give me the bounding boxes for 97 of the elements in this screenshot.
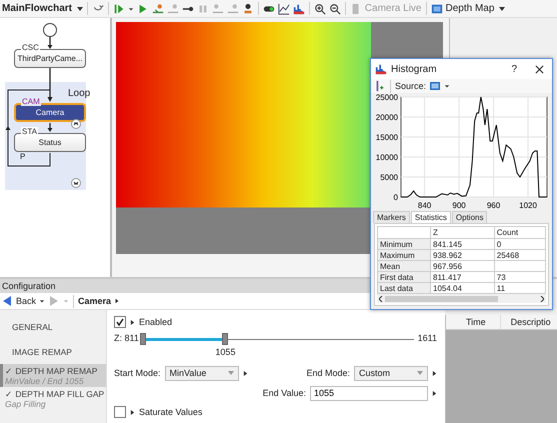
section-label: ✓ DEPTH MAP FILL GAP [5, 388, 104, 398]
start-mode-dropdown[interactable]: MinValue [164, 366, 239, 380]
start-node[interactable] [43, 23, 57, 37]
end-mode-dropdown[interactable]: Custom [354, 366, 428, 380]
slider-thumb[interactable] [140, 333, 146, 345]
section-detail: MinValue / End 1055 [5, 376, 84, 386]
tab[interactable]: Options [452, 211, 488, 223]
tab[interactable]: Markers [373, 211, 410, 223]
flowchart-node[interactable]: Camera [14, 103, 86, 122]
caret-icon [499, 6, 506, 10]
table-cell: 811.417 [430, 272, 494, 282]
saturate-checkbox[interactable] [114, 406, 126, 418]
y-tick-label: 5000 [380, 173, 398, 182]
field-label: End Mode: [306, 368, 350, 378]
column-header: Count [494, 226, 546, 238]
port-label: P [20, 152, 26, 161]
histogram-icon [375, 63, 387, 75]
breadcrumb-link[interactable]: Camera [78, 296, 112, 306]
flowchart-node[interactable]: Status [14, 133, 86, 152]
dialog-title: Histogram [391, 64, 438, 74]
connector-arrow [48, 37, 52, 49]
table-cell: 0 [494, 238, 546, 250]
section-label: ✓ DEPTH MAP REMAP [5, 366, 98, 376]
section-item[interactable]: ✓ DEPTH MAP REMAP MinValue / End 1055 [0, 364, 106, 387]
y-tick-label: 10000 [376, 153, 398, 162]
enabled-checkbox[interactable] [114, 316, 126, 328]
expand-arrow-icon[interactable] [432, 370, 437, 376]
expand-arrow-icon[interactable] [130, 408, 135, 416]
scroll-right-icon[interactable] [540, 296, 544, 302]
row-header: First data [378, 272, 430, 282]
y-tick-label: 15000 [376, 133, 398, 142]
field-label: End Value: [262, 388, 306, 398]
section-item[interactable]: IMAGE REMAP [0, 339, 106, 364]
add-marker-icon[interactable] [374, 80, 386, 92]
breakpoint-icon[interactable] [242, 2, 254, 14]
flowchart-node[interactable]: ThirdPartyCame... [14, 49, 86, 68]
column-header[interactable]: Time [446, 315, 486, 329]
node-tag: CSC [21, 43, 40, 52]
loop-label: Loop [68, 88, 90, 99]
y-tick-label: 0 [394, 193, 398, 202]
field-label: Start Mode: [114, 368, 161, 378]
range-slider[interactable] [142, 333, 414, 345]
histogram-icon[interactable] [292, 2, 305, 14]
checkbox-label: Saturate Values [139, 407, 202, 417]
checkbox-label: Enabled [139, 317, 172, 327]
range-min-label: Z: 811 [114, 333, 139, 343]
expand-arrow-icon[interactable] [242, 370, 248, 376]
caret-icon [228, 371, 234, 375]
section-label: IMAGE REMAP [12, 346, 72, 356]
x-tick-label: 1020 [519, 201, 537, 210]
zoom-out-icon[interactable] [328, 2, 341, 14]
image-icon[interactable] [429, 80, 442, 92]
row-header: Minimum [378, 238, 430, 250]
caret-icon [76, 7, 83, 11]
close-icon[interactable] [535, 64, 544, 74]
table-cell: 967.956 [430, 260, 494, 272]
step-into-icon[interactable] [152, 2, 164, 14]
back-arrow-icon[interactable] [1, 295, 13, 307]
row-header: Maximum [378, 250, 430, 260]
depth-map-dropdown[interactable]: Depth Map [430, 2, 506, 14]
table-cell: 841.145 [430, 238, 494, 250]
row-header: Last data [378, 282, 430, 294]
y-tick-label: 25000 [376, 93, 398, 102]
slider-thumb[interactable] [222, 333, 228, 345]
section-label: GENERAL [12, 322, 53, 332]
node-tag: STA [21, 127, 38, 136]
column-header[interactable]: Descriptio [500, 315, 551, 329]
range-max-label: 1611 [418, 333, 437, 343]
x-tick-label: 900 [452, 201, 466, 210]
x-tick-label: 960 [486, 201, 500, 210]
flowchart-selector[interactable]: MainFlowchart [2, 3, 83, 14]
source-label: Source: [395, 81, 426, 91]
help-button[interactable]: ? [511, 64, 517, 74]
caret-icon [417, 371, 423, 375]
table-cell: 25468 [494, 250, 546, 260]
scroll-left-icon[interactable] [379, 296, 383, 302]
connector-arrow [48, 68, 52, 102]
image-icon [430, 2, 442, 14]
table-cell: 938.962 [430, 250, 494, 260]
column-header: Z [430, 226, 494, 238]
end-value-field[interactable]: 1055 [310, 386, 428, 400]
row-header: Mean [378, 260, 430, 272]
tab[interactable]: Statistics [410, 211, 451, 223]
node-tag: CAM [21, 97, 41, 106]
slider-value: 1055 [215, 347, 236, 357]
horizontal-scrollbar[interactable] [377, 294, 546, 303]
section-detail: Gap Filling [5, 398, 46, 408]
expand-arrow-icon[interactable] [130, 318, 135, 326]
table-cell: 73 [494, 272, 546, 282]
section-item[interactable]: GENERAL [0, 314, 106, 339]
y-tick-label: 20000 [376, 113, 398, 122]
back-button[interactable]: Back [16, 296, 36, 306]
section-item[interactable]: ✓ DEPTH MAP FILL GAP Gap Filling [0, 387, 106, 410]
line-chart-icon[interactable] [278, 2, 290, 14]
zoom-in-icon[interactable] [314, 2, 326, 14]
expand-arrow-icon[interactable] [432, 390, 437, 396]
x-tick-label: 840 [418, 201, 432, 210]
